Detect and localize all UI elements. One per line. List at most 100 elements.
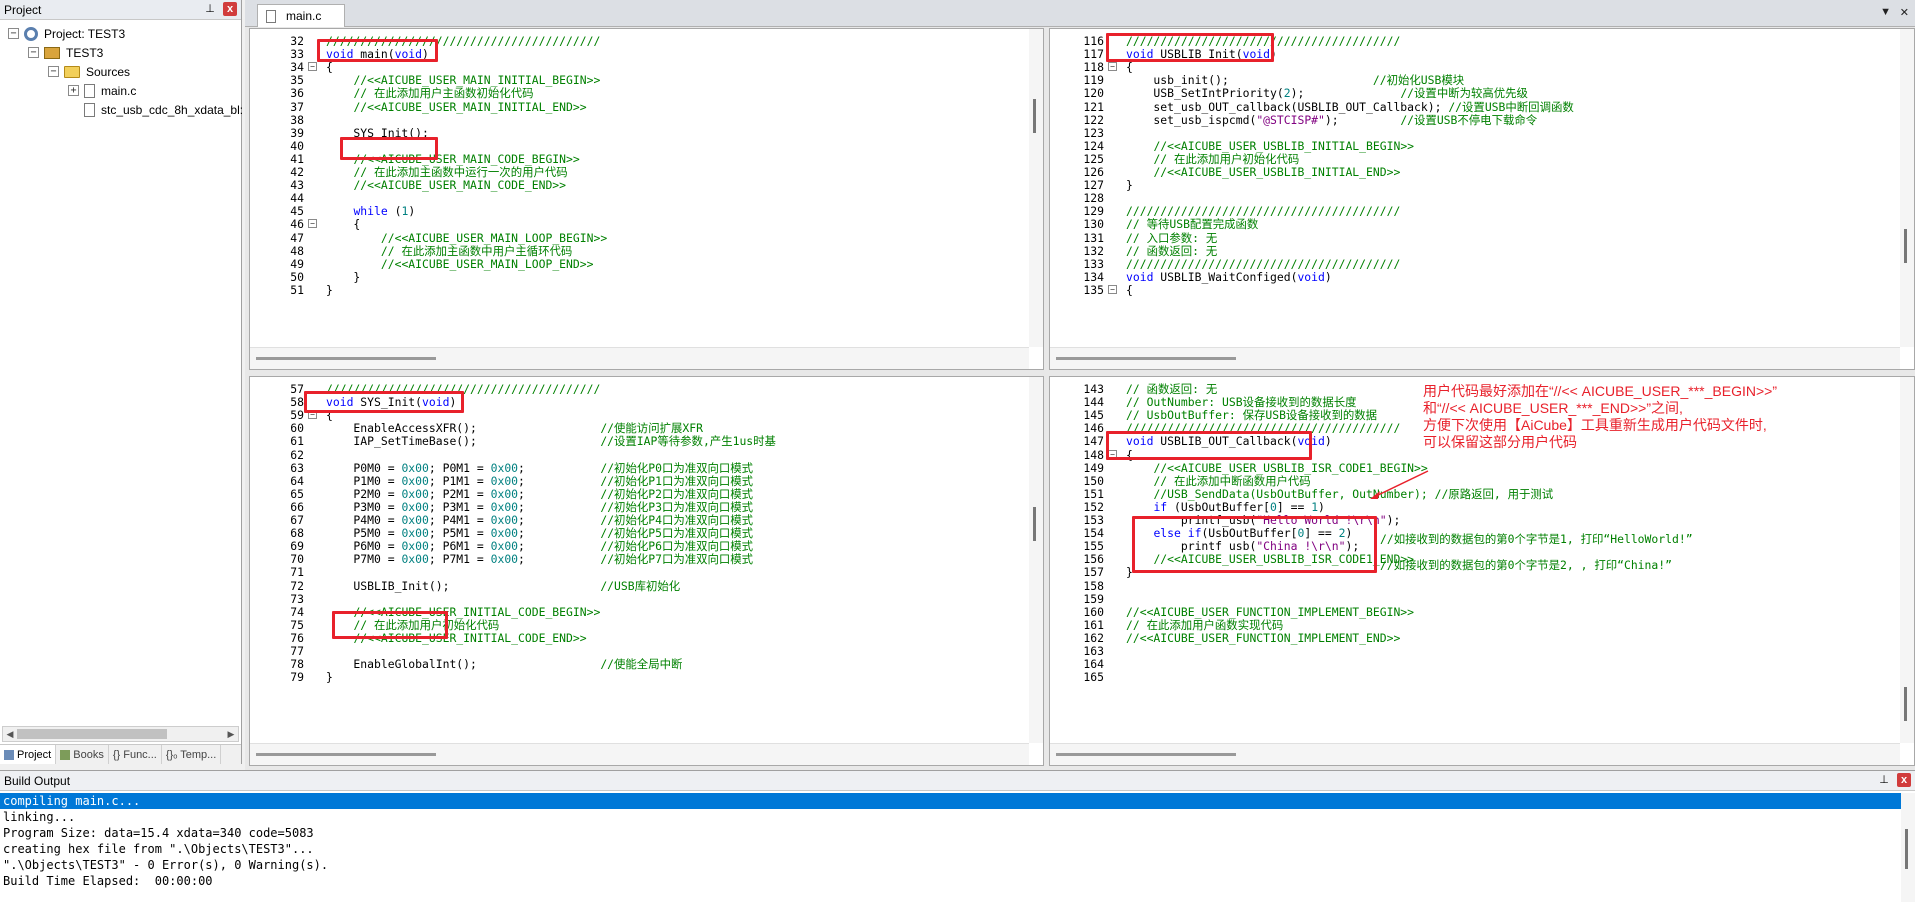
project-tab-icon [4,749,14,760]
project-tree: − Project: TEST3 − TEST3 − Sources + mai… [0,22,243,764]
project-tabs: Project Books {} Func... {}ₒ Temp... [0,744,241,764]
tab-project[interactable]: Project [0,745,57,764]
gear-icon [24,26,38,41]
tab-list-dropdown-icon[interactable]: ▼ [1880,6,1891,18]
code-text: } [326,282,333,297]
log-line[interactable]: ".\Objects\TEST3" - 0 Error(s), 0 Warnin… [0,857,1901,873]
log-line[interactable]: Build Time Elapsed: 00:00:00 [0,873,1901,889]
tree-item-target[interactable]: − TEST3 [28,43,103,62]
code-line[interactable]: 135−{ [1050,282,1900,298]
tree-item-lib[interactable]: stc_usb_cdc_8h_xdata_bl: [84,100,243,119]
fold-toggle-icon[interactable]: − [308,410,317,420]
horizontal-scrollbar[interactable] [250,743,1029,765]
scrollbar-thumb[interactable] [1033,99,1036,133]
inline-comment-china: //如接收到的数据包的第0个字节是2, , 打印“China!” [1380,558,1672,572]
tab-label: Project [17,748,52,761]
fold-toggle-icon[interactable]: − [308,62,317,72]
file-icon [84,102,95,117]
log-line[interactable]: linking... [0,809,1901,825]
vertical-scrollbar[interactable] [1900,377,1914,743]
tab-label: {}ₒ Temp... [165,748,217,761]
log-line[interactable]: compiling main.c... [0,793,1901,809]
code-line[interactable]: 165 [1050,669,1900,685]
editor-pane-main[interactable]: 32//////////////////////////////////////… [249,28,1044,370]
code-view[interactable]: 32//////////////////////////////////////… [250,29,1029,347]
annotation-arrow [1370,470,1429,499]
scroll-left-icon[interactable]: ◀ [3,727,17,741]
tree-horizontal-scrollbar[interactable]: ◀ ▶ [2,726,239,742]
code-view[interactable]: 116/////////////////////////////////////… [1050,29,1900,347]
close-editor-icon[interactable]: ✕ [1900,6,1909,19]
project-pane: Project ⊥ x − Project: TEST3 − TEST3 − S… [0,0,243,764]
project-title-text: Project [4,2,42,17]
scroll-right-icon[interactable]: ▶ [224,727,238,741]
annotation-line: 可以保留这部分用户代码 [1423,434,1577,450]
pin-icon[interactable]: ⊥ [203,2,217,16]
folder-icon [64,65,80,78]
tree-item-label: Sources [86,64,131,79]
scrollbar-thumb[interactable] [256,753,436,756]
scrollbar-thumb[interactable] [1056,753,1236,756]
tab-books[interactable]: Books [56,745,109,764]
code-line[interactable]: 51} [250,282,1029,298]
tree-item-sources[interactable]: − Sources [48,62,130,81]
tree-item-project[interactable]: − Project: TEST3 [8,24,125,43]
tree-item-main-c[interactable]: + main.c [68,81,136,100]
scrollbar-thumb[interactable] [1904,687,1907,721]
file-tab-strip: main.c ▼ ✕ [245,0,1915,27]
vertical-scrollbar[interactable] [1029,29,1043,347]
fold-toggle-icon[interactable]: − [1108,62,1117,72]
line-number: 51 [290,282,304,297]
project-pane-title: Project ⊥ x [0,0,241,20]
tab-functions[interactable]: {} Func... [109,745,162,764]
horizontal-scrollbar[interactable] [1050,743,1900,765]
line-number: 79 [290,670,304,685]
code-text: { [1126,282,1133,297]
file-tab-main-c[interactable]: main.c [257,4,345,27]
scrollbar-thumb[interactable] [1033,507,1036,541]
tab-label: {} Func... [112,748,157,761]
close-icon[interactable]: x [1897,773,1911,787]
fold-toggle-icon[interactable]: − [1108,284,1117,294]
file-icon [84,83,95,98]
log-line[interactable]: creating hex file from ".\Objects\TEST3"… [0,841,1901,857]
build-output-title-bar: Build Output ⊥ x [0,771,1915,791]
editor-area: main.c ▼ ✕ 32///////////////////////////… [245,0,1915,770]
line-number: 165 [1083,670,1104,685]
editor-pane-sys-init[interactable]: 57//////////////////////////////////////… [249,376,1044,766]
scrollbar-thumb[interactable] [1904,229,1907,263]
code-view[interactable]: 57//////////////////////////////////////… [250,377,1029,743]
horizontal-scrollbar[interactable] [1050,347,1900,369]
scrollbar-thumb[interactable] [17,729,167,739]
annotation-line: 方便下次使用【AiCube】工具重新生成用户代码文件时, [1423,417,1767,433]
tree-item-label: main.c [101,83,137,98]
books-icon [60,749,71,760]
editor-pane-usblib-init[interactable]: 116/////////////////////////////////////… [1049,28,1915,370]
vertical-scrollbar[interactable] [1901,793,1915,902]
build-output-log[interactable]: compiling main.c... linking... Program S… [0,793,1901,889]
annotation-line: 用户代码最好添加在“//<< AICUBE_USER_***_BEGIN>>” [1423,383,1777,399]
scrollbar-thumb[interactable] [1056,357,1236,360]
log-line[interactable]: Program Size: data=15.4 xdata=340 code=5… [0,825,1901,841]
horizontal-scrollbar[interactable] [250,347,1029,369]
scrollbar-thumb[interactable] [1905,829,1908,869]
close-icon[interactable]: x [223,2,237,16]
collapse-toggle-icon[interactable]: − [48,66,59,77]
build-output-pane: Build Output ⊥ x compiling main.c... lin… [0,770,1915,902]
annotation-line: 和“//<< AICUBE_USER_***_END>>”之间, [1423,400,1683,416]
fold-toggle-icon[interactable]: − [308,219,317,229]
code-line[interactable]: 79} [250,669,1029,685]
expand-toggle-icon[interactable]: + [68,85,79,96]
collapse-toggle-icon[interactable]: − [8,28,19,39]
annotation-note: 用户代码最好添加在“//<< AICUBE_USER_***_BEGIN>>” … [1423,383,1777,451]
editor-pane-out-callback[interactable]: 143// 函数返回: 无 144// OutNumber: USB设备接收到的数… [1049,376,1915,766]
vertical-scrollbar[interactable] [1900,29,1914,347]
line-number: 135 [1083,282,1104,297]
collapse-toggle-icon[interactable]: − [28,47,39,58]
fold-toggle-icon[interactable]: − [1108,449,1117,459]
inline-comment-hello: //如接收到的数据包的第0个字节是1, 打印“HelloWorld!” [1380,532,1693,546]
scrollbar-thumb[interactable] [256,357,436,360]
vertical-scrollbar[interactable] [1029,377,1043,743]
tab-templates[interactable]: {}ₒ Temp... [162,745,222,764]
pin-icon[interactable]: ⊥ [1877,773,1891,787]
